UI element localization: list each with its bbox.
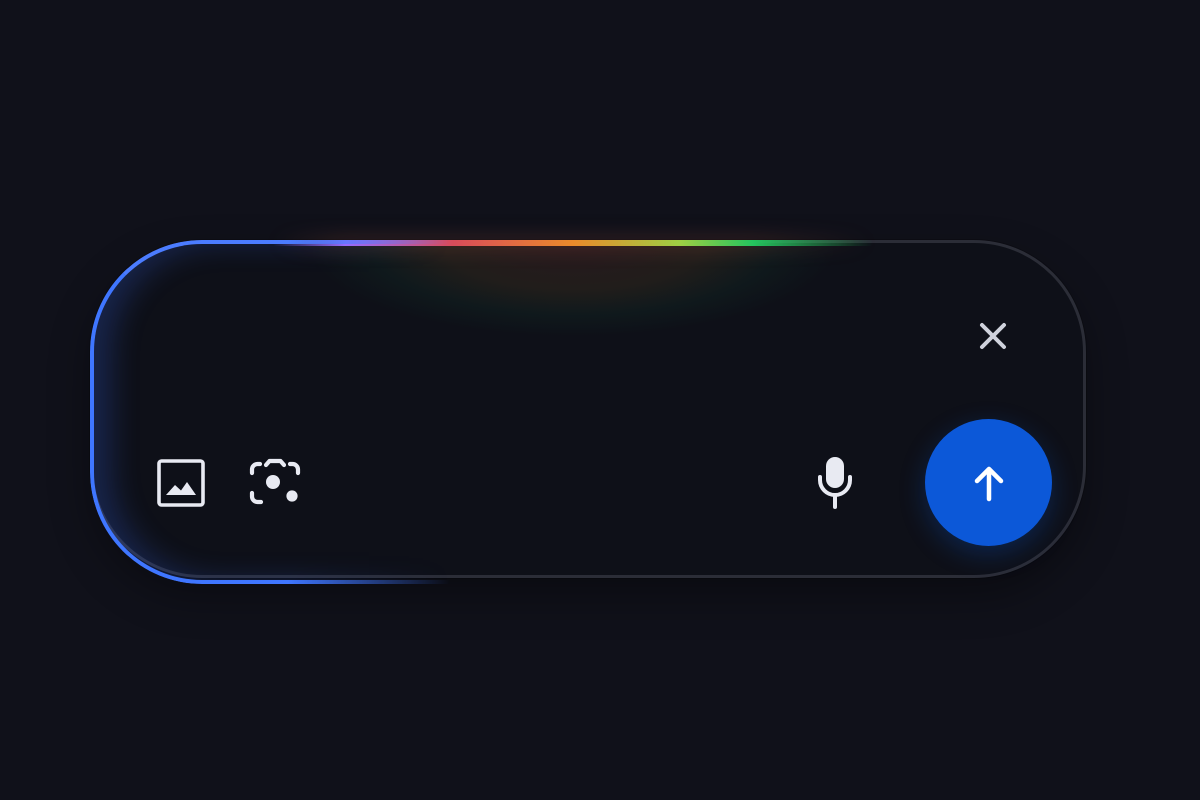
prompt-container	[90, 240, 1086, 584]
clear-button[interactable]	[971, 314, 1015, 358]
prompt-input[interactable]	[141, 281, 941, 411]
add-image-button[interactable]	[155, 457, 207, 509]
camera-lens-icon	[249, 458, 301, 505]
voice-input-button[interactable]	[809, 453, 861, 513]
close-icon	[980, 323, 1006, 349]
arrow-up-icon	[974, 466, 1003, 501]
microphone-icon	[818, 457, 852, 509]
image-icon	[157, 459, 205, 507]
send-button[interactable]	[925, 419, 1052, 546]
rainbow-border-highlight	[273, 240, 873, 246]
camera-search-button[interactable]	[249, 457, 301, 509]
